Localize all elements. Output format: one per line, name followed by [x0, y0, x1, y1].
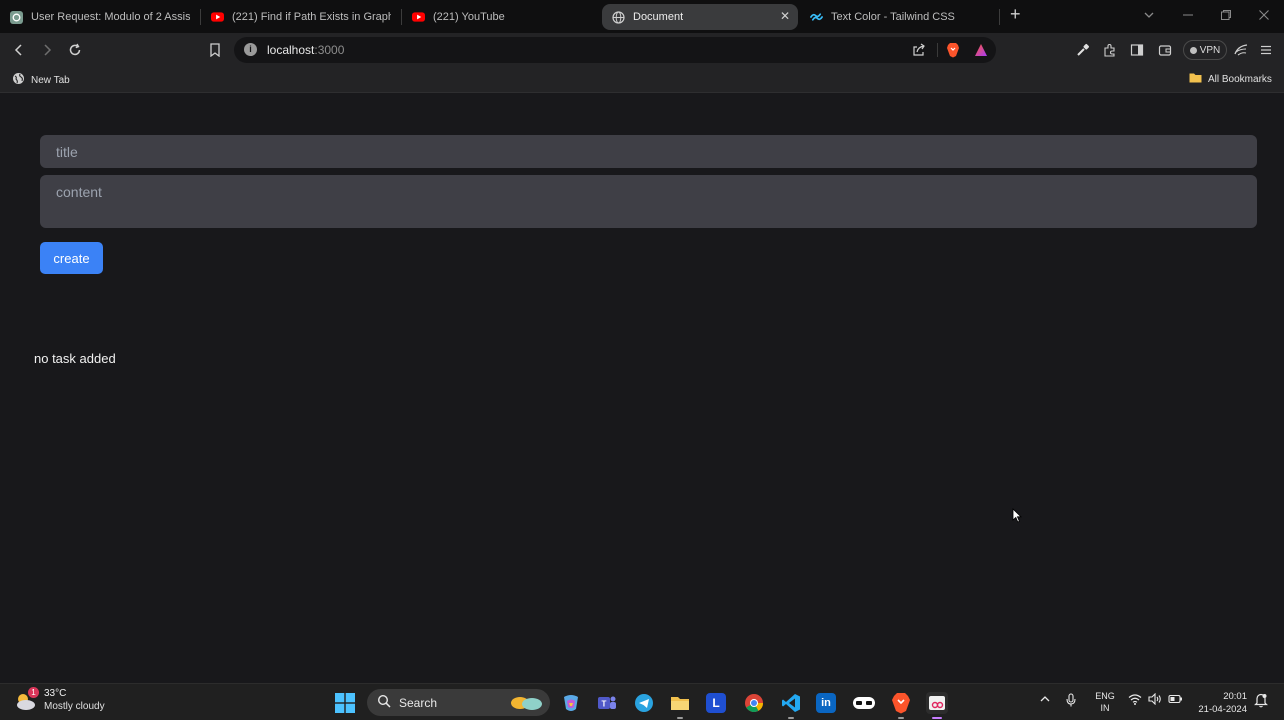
glasses-app-icon[interactable]: [853, 692, 875, 714]
file-explorer-icon[interactable]: [669, 692, 691, 719]
address-bar[interactable]: i localhost:3000: [234, 37, 996, 63]
globe-icon: [612, 10, 625, 24]
title-input[interactable]: [40, 135, 1257, 168]
restore-window-icon[interactable]: [1220, 8, 1232, 24]
running-indicator: [788, 717, 794, 719]
menu-hamburger-icon[interactable]: [1258, 42, 1274, 58]
minimize-window-icon[interactable]: [1182, 8, 1194, 24]
tab-tailwind[interactable]: Text Color - Tailwind CSS: [800, 4, 998, 30]
empty-tasks-message: no task added: [34, 351, 116, 366]
all-bookmarks-label: All Bookmarks: [1208, 73, 1272, 85]
battery-icon[interactable]: [1168, 693, 1183, 708]
show-hidden-icons-chevron-icon[interactable]: [1039, 693, 1051, 708]
browser-toolbar: i localhost:3000 VPN: [0, 33, 1284, 67]
globe-icon: [12, 72, 25, 88]
mouse-cursor-icon: [1012, 508, 1022, 528]
l-app-icon[interactable]: L: [706, 693, 726, 713]
brave-shields-icon[interactable]: [945, 42, 961, 58]
browser-tab-strip: User Request: Modulo of 2 Assistant (221…: [0, 0, 1284, 33]
forward-arrow-icon[interactable]: [38, 41, 56, 59]
active-indicator: [932, 717, 942, 719]
windows-start-icon[interactable]: [334, 692, 356, 714]
vpn-button[interactable]: VPN: [1183, 40, 1227, 60]
tab-separator: [999, 9, 1000, 25]
weather-cloud-icon: 1: [14, 686, 39, 713]
vpn-status-icon: [1189, 46, 1197, 54]
running-indicator: [898, 717, 904, 719]
system-clock[interactable]: 20:01 21-04-2024: [1193, 690, 1247, 716]
vpn-label: VPN: [1199, 44, 1221, 56]
close-tab-icon[interactable]: ✕: [780, 9, 790, 23]
running-indicator: [677, 717, 683, 719]
microphone-icon[interactable]: [1066, 693, 1076, 710]
back-arrow-icon[interactable]: [10, 41, 28, 59]
weather-badge: 1: [28, 686, 39, 698]
teams-icon[interactable]: T: [596, 692, 618, 714]
tab-title: (221) Find if Path Exists in Graph | Le: [232, 11, 391, 23]
notification-bell-icon[interactable]: [1254, 692, 1268, 711]
page-content: create no task added: [0, 94, 1284, 683]
bookmark-icon[interactable]: [206, 41, 224, 59]
weather-temp: 33°C: [44, 688, 67, 699]
weather-text: 33°C Mostly cloudy: [44, 688, 105, 713]
copilot-icon[interactable]: [560, 692, 582, 714]
clock-time: 20:01: [1223, 691, 1247, 702]
youtube-icon: [412, 11, 425, 24]
url-host: localhost: [267, 43, 315, 57]
tab-title: (221) YouTube: [433, 11, 505, 23]
reload-icon[interactable]: [66, 41, 84, 59]
taskbar-search[interactable]: Search: [367, 689, 550, 716]
weather-widget[interactable]: 1 33°C Mostly cloudy: [14, 686, 105, 713]
tab-title: Document: [633, 11, 684, 23]
tab-search-chevron-icon[interactable]: [1143, 8, 1155, 24]
eyedropper-icon[interactable]: [1075, 42, 1091, 58]
tailwind-icon: [810, 11, 823, 24]
chrome-icon[interactable]: [743, 692, 765, 714]
tab-document[interactable]: Document ✕: [602, 4, 798, 30]
extensions-icon[interactable]: [1102, 42, 1118, 58]
tab-title: Text Color - Tailwind CSS: [831, 11, 955, 23]
content-input[interactable]: [40, 175, 1257, 228]
share-icon[interactable]: [911, 42, 927, 58]
new-tab-plus-icon[interactable]: +: [1010, 5, 1021, 23]
search-label: Search: [399, 695, 438, 710]
wifi-icon[interactable]: [1128, 693, 1142, 708]
create-button[interactable]: create: [40, 242, 103, 274]
folder-icon: [1189, 72, 1202, 86]
brave-browser-icon[interactable]: [890, 692, 912, 719]
youtube-icon: [211, 11, 224, 24]
tab-youtube[interactable]: (221) YouTube: [402, 4, 600, 30]
snipping-tool-icon[interactable]: [926, 692, 948, 719]
language-indicator[interactable]: ENG IN: [1093, 690, 1117, 714]
volume-icon[interactable]: [1148, 692, 1162, 708]
bookmark-label: New Tab: [31, 74, 70, 86]
bookmark-new-tab[interactable]: New Tab: [12, 72, 70, 88]
windows-taskbar: 1 33°C Mostly cloudy Search T L in ENG I…: [0, 683, 1284, 720]
tab-chatgpt[interactable]: User Request: Modulo of 2 Assistant: [0, 4, 200, 30]
leo-ai-icon[interactable]: [1233, 42, 1249, 58]
tab-title: User Request: Modulo of 2 Assistant: [31, 11, 190, 23]
tab-youtube-path[interactable]: (221) Find if Path Exists in Graph | Le: [201, 4, 401, 30]
clock-date: 21-04-2024: [1198, 704, 1247, 715]
bookmarks-bar: New Tab All Bookmarks: [0, 67, 1284, 93]
wallet-icon[interactable]: [1157, 42, 1173, 58]
language-line2: IN: [1100, 703, 1110, 713]
url-text: localhost:3000: [267, 43, 344, 57]
telegram-icon[interactable]: [633, 692, 655, 714]
vscode-icon[interactable]: [780, 692, 802, 719]
close-window-icon[interactable]: [1258, 8, 1270, 24]
svg-text:T: T: [602, 700, 607, 709]
url-port: :3000: [314, 43, 345, 57]
search-highlight-icon: [508, 692, 544, 715]
site-info-icon[interactable]: i: [244, 43, 257, 56]
weather-condition: Mostly cloudy: [44, 701, 105, 712]
chatgpt-icon: [10, 10, 23, 24]
linkedin-icon[interactable]: in: [816, 693, 836, 713]
omnibox-divider: [937, 43, 938, 57]
search-icon: [377, 694, 391, 711]
all-bookmarks-button[interactable]: All Bookmarks: [1189, 72, 1272, 86]
sidebar-toggle-icon[interactable]: [1129, 42, 1145, 58]
language-line1: ENG: [1095, 691, 1115, 701]
brave-rewards-icon[interactable]: [973, 42, 989, 58]
